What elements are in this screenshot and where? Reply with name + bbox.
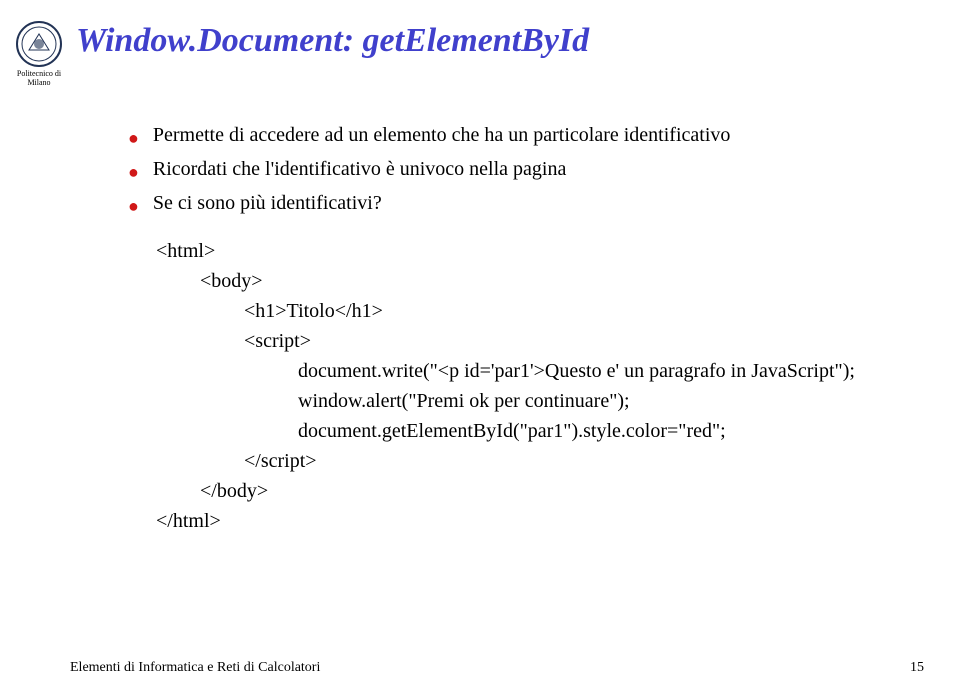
bullet-text: Permette di accedere ad un elemento che … xyxy=(153,122,731,149)
bullet-icon: ● xyxy=(128,160,139,184)
university-line1: Politecnico di xyxy=(17,69,61,78)
code-line: </script> xyxy=(156,446,960,476)
footer: Elementi di Informatica e Reti di Calcol… xyxy=(70,660,924,676)
footer-title: Elementi di Informatica e Reti di Calcol… xyxy=(70,660,320,676)
bullet-item: ● Se ci sono più identificativi? xyxy=(128,190,960,218)
bullet-text: Se ci sono più identificativi? xyxy=(153,190,382,217)
bullet-icon: ● xyxy=(128,194,139,218)
page-title: Window.Document: getElementById xyxy=(76,22,589,60)
university-seal-icon xyxy=(15,20,63,68)
logo-column: Politecnico di Milano xyxy=(8,20,70,88)
bullet-text: Ricordati che l'identificativo è univoco… xyxy=(153,156,566,183)
university-name: Politecnico di Milano xyxy=(17,70,61,88)
code-line: <h1>Titolo</h1> xyxy=(156,296,960,326)
bullet-item: ● Ricordati che l'identificativo è univo… xyxy=(128,156,960,184)
bullet-icon: ● xyxy=(128,126,139,150)
university-line2: Milano xyxy=(27,78,50,87)
bullet-item: ● Permette di accedere ad un elemento ch… xyxy=(128,122,960,150)
code-line: <html> xyxy=(156,236,960,266)
code-line: document.getElementById("par1").style.co… xyxy=(156,416,960,446)
code-line: </html> xyxy=(156,506,960,536)
page-number: 15 xyxy=(910,660,924,676)
code-line: <body> xyxy=(156,266,960,296)
code-line: <script> xyxy=(156,326,960,356)
code-line: </body> xyxy=(156,476,960,506)
code-line: document.write("<p id='par1'>Questo e' u… xyxy=(156,356,960,386)
code-line: window.alert("Premi ok per continuare"); xyxy=(156,386,960,416)
code-example: <html> <body> <h1>Titolo</h1> <script> d… xyxy=(156,236,960,536)
main-content: ● Permette di accedere ad un elemento ch… xyxy=(128,122,960,537)
header: Politecnico di Milano Window.Document: g… xyxy=(0,0,960,88)
